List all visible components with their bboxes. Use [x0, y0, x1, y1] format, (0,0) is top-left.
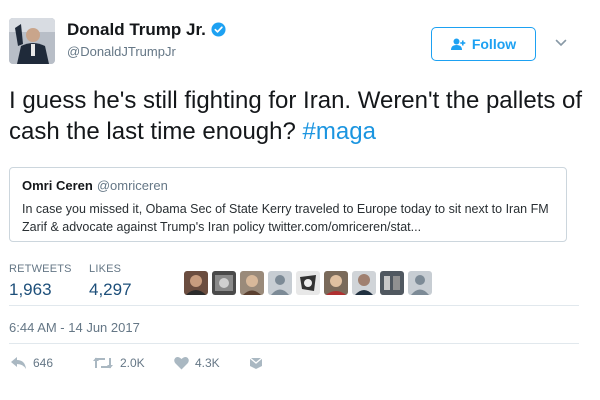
like-button[interactable]: 4.3K [174, 356, 220, 370]
verified-badge-icon [211, 22, 226, 37]
liker-avatar[interactable] [352, 271, 376, 295]
liker-avatar[interactable] [212, 271, 236, 295]
avatar-9 [408, 271, 432, 295]
avatar-1 [184, 271, 208, 295]
liker-avatar[interactable] [296, 271, 320, 295]
reply-count: 646 [33, 356, 54, 370]
heart-icon [174, 357, 189, 370]
tweet-body: I guess he's still fighting for Iran. We… [9, 87, 583, 145]
tweet-card: Donald Trump Jr. @DonaldJTrumpJr Follow … [0, 0, 600, 400]
retweet-icon [93, 357, 113, 369]
retweets-count[interactable]: 1,963 [9, 280, 52, 300]
avatar-2 [212, 271, 236, 295]
follow-button[interactable]: Follow [431, 27, 536, 61]
likes-count[interactable]: 4,297 [89, 280, 132, 300]
retweet-button[interactable]: 2.0K [92, 356, 145, 370]
quoted-text: In case you missed it, Obama Sec of Stat… [22, 202, 549, 234]
actions-divider [9, 343, 579, 344]
quoted-author-name: Omri Ceren [22, 178, 93, 193]
retweet-count: 2.0K [120, 356, 145, 370]
avatar-8 [380, 271, 404, 295]
liker-avatar[interactable] [324, 271, 348, 295]
avatar-5 [296, 271, 320, 295]
avatar-7 [352, 271, 376, 295]
author-avatar[interactable] [9, 18, 55, 64]
liker-avatar[interactable] [184, 271, 208, 295]
liker-avatar[interactable] [268, 271, 292, 295]
stats-divider [9, 305, 579, 306]
retweets-label: RETWEETS [9, 263, 72, 275]
avatar-4 [268, 271, 292, 295]
quoted-author-handle: @omriceren [96, 178, 168, 193]
avatar-6 [324, 271, 348, 295]
direct-message-icon [249, 357, 263, 369]
quoted-author: Omri Ceren @omriceren [22, 178, 168, 193]
tweet-timestamp[interactable]: 6:44 AM - 14 Jun 2017 [9, 320, 140, 335]
chevron-down-icon[interactable] [555, 38, 567, 48]
tweet-text: I guess he's still fighting for Iran. We… [9, 85, 594, 147]
liker-avatar[interactable] [408, 271, 432, 295]
direct-message-button[interactable] [249, 356, 263, 370]
liker-avatar[interactable] [380, 271, 404, 295]
add-person-icon [450, 38, 466, 50]
reply-icon [11, 357, 26, 369]
liker-avatar[interactable] [240, 271, 264, 295]
author-name[interactable]: Donald Trump Jr. [67, 20, 226, 40]
likes-label: LIKES [89, 263, 122, 275]
quoted-tweet[interactable]: Omri Ceren @omriceren In case you missed … [9, 167, 567, 242]
author-name-text[interactable]: Donald Trump Jr. [67, 20, 206, 39]
hashtag-link[interactable]: #maga [303, 118, 376, 145]
avatar-3 [240, 271, 264, 295]
follow-label: Follow [471, 36, 517, 52]
like-count: 4.3K [195, 356, 220, 370]
author-handle[interactable]: @DonaldJTrumpJr [67, 44, 176, 59]
profile-photo [9, 18, 55, 64]
reply-button[interactable]: 646 [10, 356, 53, 370]
